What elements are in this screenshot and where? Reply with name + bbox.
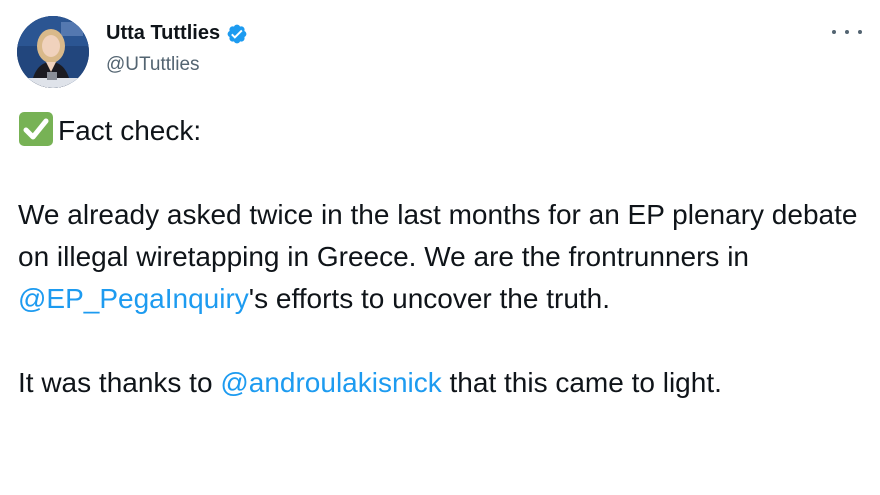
author-handle[interactable]: @UTuttlies [106,54,200,76]
tweet-card: Utta Tuttlies @UTuttlies Fact check: We … [0,0,880,495]
tweet-text: Fact check: We already asked twice in th… [18,110,868,404]
more-options-icon[interactable] [832,22,862,42]
tweet-p1-text-after: 's efforts to uncover the truth. [248,283,611,314]
tweet-paragraph-1: We already asked twice in the last month… [18,194,868,320]
tweet-heading: Fact check: [18,110,868,152]
tweet-p1-text-before: We already asked twice in the last month… [18,199,858,272]
tweet-paragraph-2: It was thanks to @androulakisnick that t… [18,362,868,404]
tweet-p2-text-before: It was thanks to [18,367,221,398]
author-name-row: Utta Tuttlies [106,22,248,45]
author-name[interactable]: Utta Tuttlies [106,22,220,45]
mention-link-ep-pegainquiry[interactable]: @EP_PegaInquiry [18,283,249,314]
verified-badge-icon [227,24,247,43]
check-mark-button-icon [19,112,53,146]
tweet-p2-text-after: that this came to light. [441,367,722,398]
avatar[interactable] [17,16,89,88]
mention-link-androulakisnick[interactable]: @androulakisnick [220,367,441,398]
profile-photo-icon [17,16,89,88]
tweet-heading-text: Fact check: [58,115,202,146]
